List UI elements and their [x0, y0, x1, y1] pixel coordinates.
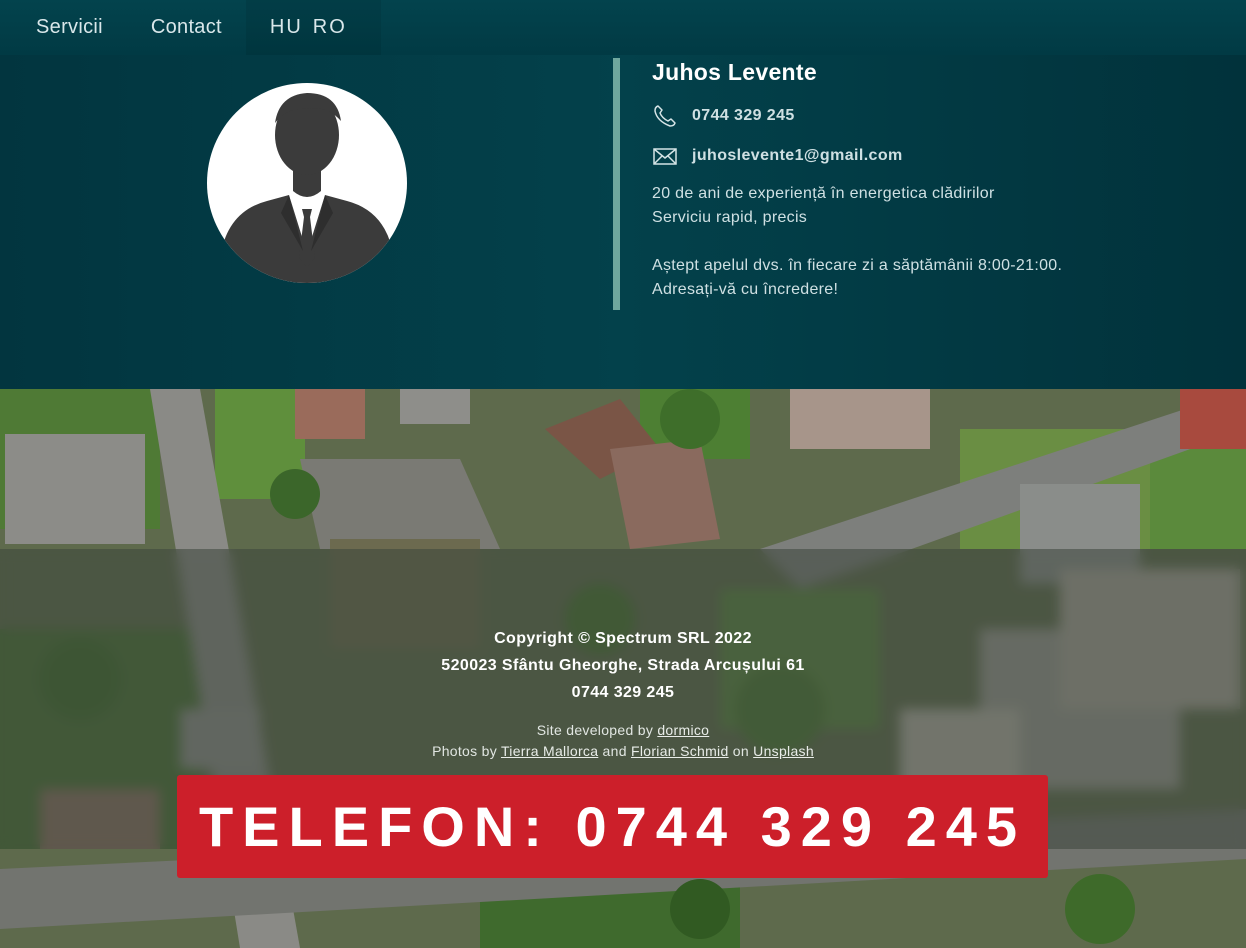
photos-by-label: Photos by: [432, 743, 498, 759]
developer-link[interactable]: dormico: [657, 722, 709, 738]
vertical-divider: [613, 58, 620, 310]
description-line: Adresați-vă cu încredere!: [652, 281, 839, 298]
lang-ro[interactable]: RO: [313, 16, 347, 39]
email-address[interactable]: juhoslevente1@gmail.com: [692, 147, 903, 165]
footer: Copyright © Spectrum SRL 2022 520023 Sfâ…: [0, 625, 1246, 762]
phone-row[interactable]: 0744 329 245: [652, 104, 1062, 128]
contact-info: Juhos Levente 0744 329 245 juhoslevente1…: [652, 59, 1062, 302]
address-text: 520023 Sfântu Gheorghe, Strada Arcușului…: [441, 657, 805, 674]
photographer-link-2[interactable]: Florian Schmid: [631, 743, 729, 759]
on-label: on: [732, 743, 749, 759]
phone-number[interactable]: 0744 329 245: [692, 107, 795, 125]
person-name: Juhos Levente: [652, 59, 817, 85]
developed-by-label: Site developed by: [536, 722, 654, 738]
email-row[interactable]: juhoslevente1@gmail.com: [652, 144, 1062, 168]
envelope-icon: [652, 143, 678, 169]
lang-hu[interactable]: HU: [270, 16, 303, 39]
unsplash-link[interactable]: Unsplash: [753, 743, 814, 759]
description-line: Serviciu rapid, precis: [652, 209, 808, 226]
person-silhouette-icon: [207, 83, 407, 283]
call-phone-button[interactable]: TELEFON: 0744 329 245: [177, 775, 1048, 878]
description-line: 20 de ani de experiență în energetica cl…: [652, 185, 995, 202]
nav-item-contact[interactable]: Contact: [127, 0, 246, 55]
description: 20 de ani de experiență în energetica cl…: [652, 182, 1062, 302]
nav-item-servicii[interactable]: Servicii: [0, 0, 127, 55]
credits: Site developed by dormico Photos by Tier…: [0, 720, 1246, 762]
and-label: and: [602, 743, 627, 759]
footer-phone: 0744 329 245: [571, 684, 675, 701]
aerial-background-image: Copyright © Spectrum SRL 2022 520023 Sfâ…: [0, 389, 1246, 948]
copyright-text: Copyright © Spectrum SRL 2022: [494, 630, 752, 647]
profile-section: Juhos Levente 0744 329 245 juhoslevente1…: [0, 55, 1246, 389]
description-line: Aștept apelul dvs. în fiecare zi a săptă…: [652, 257, 1063, 274]
language-switcher: HU RO: [245, 0, 381, 55]
top-navigation: Servicii Contact HU RO: [0, 0, 1246, 55]
photographer-link-1[interactable]: Tierra Mallorca: [501, 743, 598, 759]
phone-icon: [652, 103, 678, 129]
